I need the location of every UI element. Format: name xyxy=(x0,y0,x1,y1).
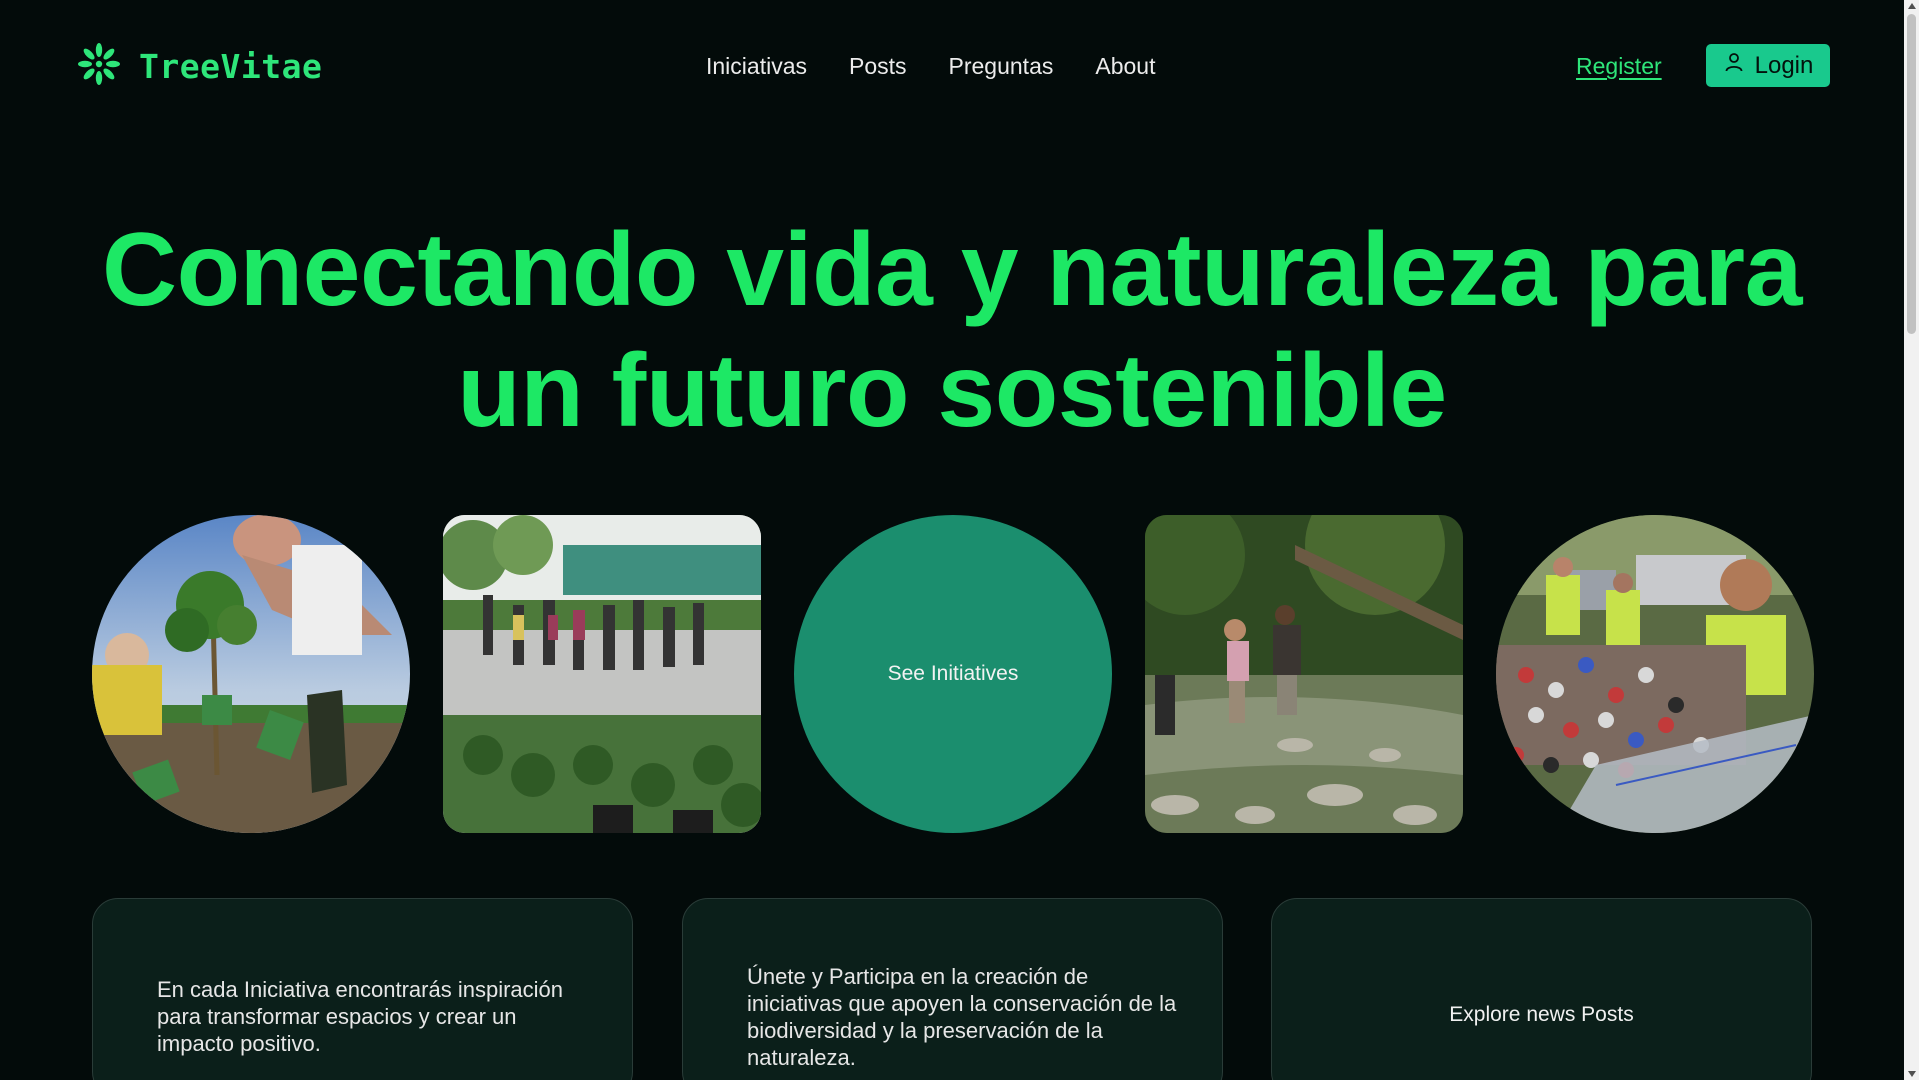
hero-title-line-2: un futuro sostenible xyxy=(457,333,1447,449)
river-cleanup-photo xyxy=(1145,515,1463,833)
register-link[interactable]: Register xyxy=(1576,50,1662,82)
main-nav: Iniciativas Posts Preguntas About xyxy=(706,50,1155,82)
plant-nursery-photo xyxy=(443,515,761,833)
leaf-burst-icon xyxy=(76,41,122,92)
page-scrollbar[interactable] xyxy=(1904,0,1919,1080)
user-icon xyxy=(1723,51,1745,80)
explore-posts-link[interactable]: Explore news Posts xyxy=(1272,1003,1811,1027)
scroll-thumb[interactable] xyxy=(1907,14,1916,334)
initiatives-info-card: En cada Iniciativa encontrarás inspiraci… xyxy=(92,898,633,1080)
nav-link-about[interactable]: About xyxy=(1095,50,1155,82)
explore-posts-card[interactable]: Explore news Posts xyxy=(1271,898,1812,1080)
login-label: Login xyxy=(1754,51,1814,79)
hero-title: Conectando vida y naturaleza para un fut… xyxy=(40,210,1864,452)
brand-logo-link[interactable]: TreeVitae xyxy=(76,41,323,92)
see-initiatives-button[interactable]: See Initiatives xyxy=(794,515,1112,833)
participate-info-card: Únete y Participa en la creación de inic… xyxy=(682,898,1223,1080)
scroll-down-arrow-icon[interactable] xyxy=(1908,1071,1916,1077)
initiatives-info-text: En cada Iniciativa encontrarás inspiraci… xyxy=(157,977,564,1056)
login-button[interactable]: Login xyxy=(1706,44,1830,87)
hero-title-line-1: Conectando vida y naturaleza para xyxy=(101,212,1803,328)
nav-link-iniciativas[interactable]: Iniciativas xyxy=(706,50,807,82)
recycling-cans-photo xyxy=(1496,515,1814,833)
nav-link-posts[interactable]: Posts xyxy=(849,50,907,82)
planting-tree-photo xyxy=(92,515,410,833)
scroll-up-arrow-icon[interactable] xyxy=(1908,3,1916,9)
nav-link-preguntas[interactable]: Preguntas xyxy=(949,50,1054,82)
page: TreeVitae Iniciativas Posts Preguntas Ab… xyxy=(0,0,1919,1080)
brand-name: TreeVitae xyxy=(139,46,323,86)
participate-info-text: Únete y Participa en la creación de inic… xyxy=(747,964,1177,1070)
